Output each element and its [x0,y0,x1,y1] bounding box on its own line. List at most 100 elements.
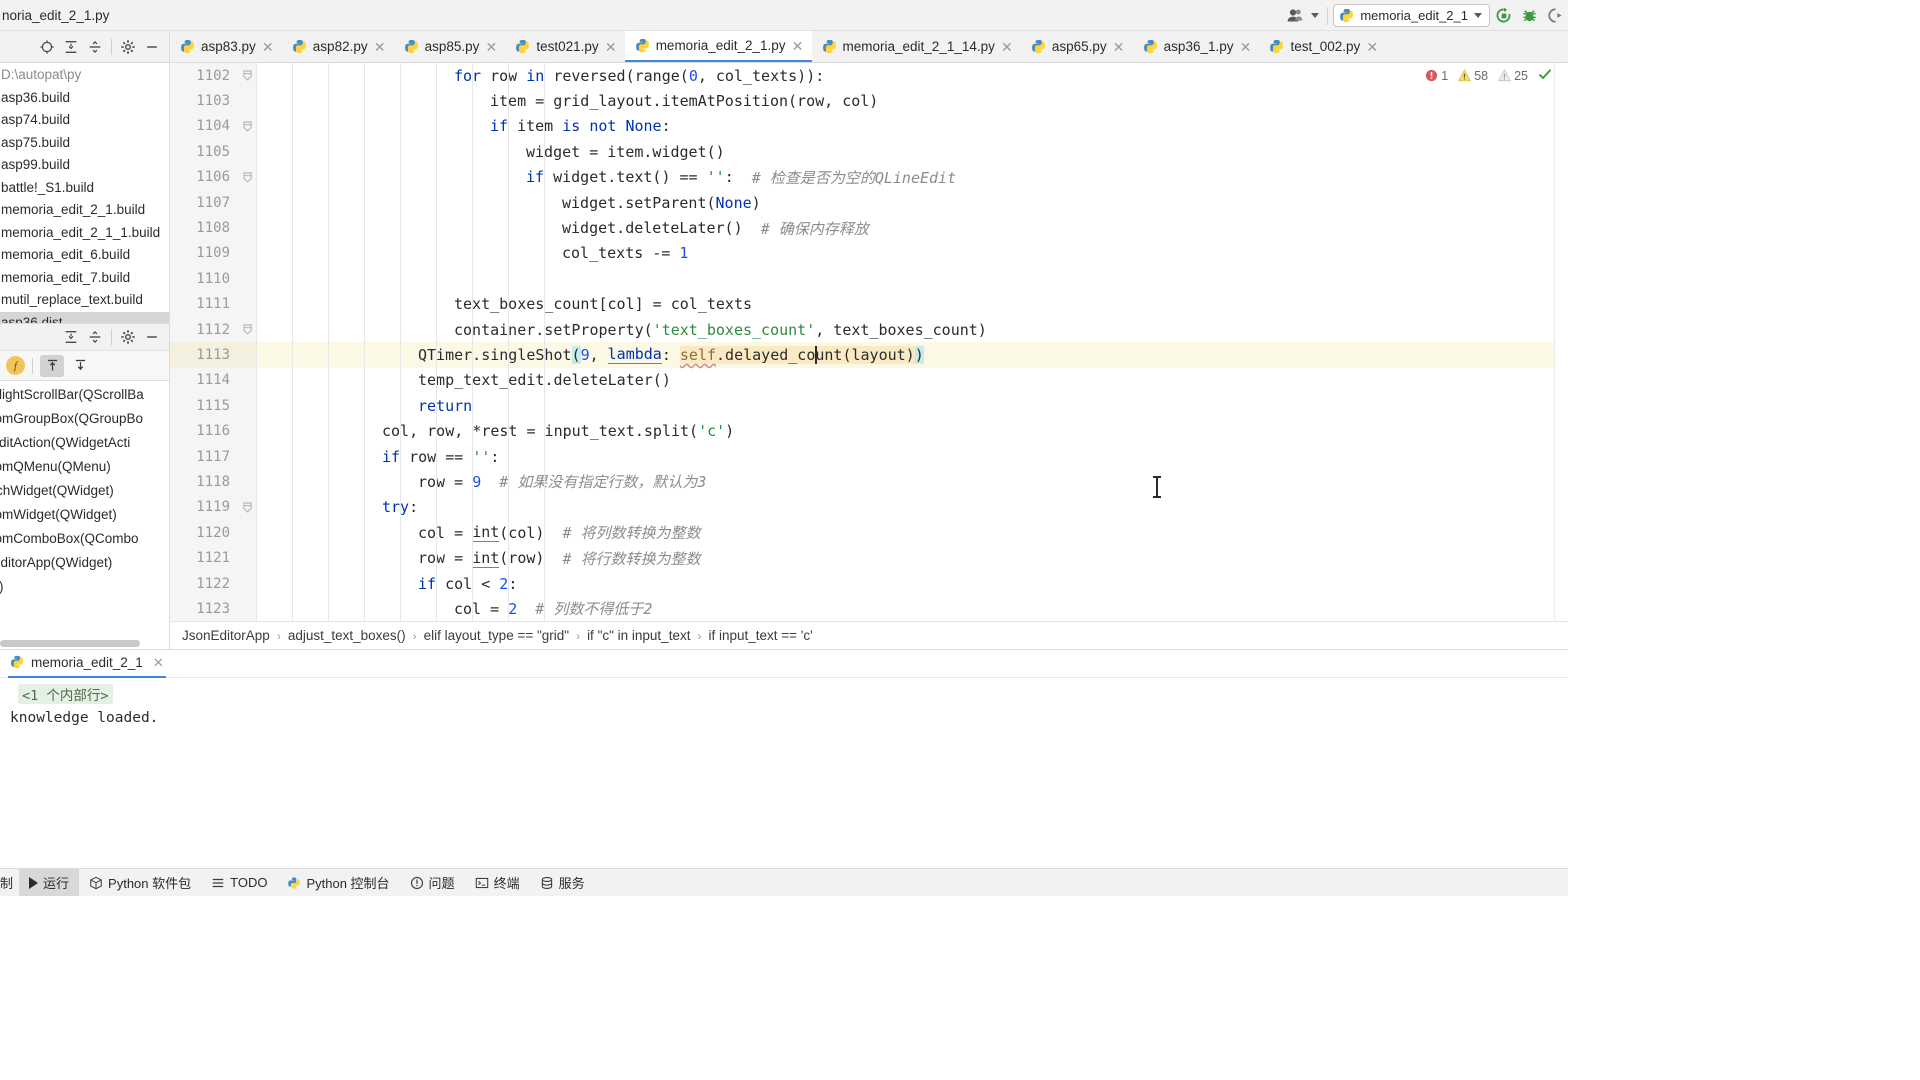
structure-list-item[interactable]: eeditAction(QWidgetActi [0,431,169,455]
project-tree-root[interactable]: D:\autopat\py [0,64,169,87]
project-tree-item[interactable]: memoria_edit_2_1_1.build [0,222,169,245]
debug-bug-icon[interactable] [1516,3,1542,29]
close-icon[interactable]: ✕ [262,40,274,54]
project-tree-item[interactable]: memoria_edit_6.build [0,244,169,267]
project-tree-item[interactable]: asp99.build [0,154,169,177]
rerun-icon[interactable] [1490,3,1516,29]
structure-list-item[interactable]: nEditorApp(QWidget) [0,551,169,575]
project-tree-item[interactable]: asp36.build [0,87,169,110]
close-icon[interactable]: ✕ [374,40,386,54]
structure-list-item[interactable]: stomQMenu(QMenu) [0,455,169,479]
code-line[interactable]: 1121 row = int (row) # 将行数转换为整数 [170,545,1568,571]
python-console-tool-window[interactable]: Python 控制台 [277,869,399,897]
user-accounts-icon[interactable] [1282,3,1308,29]
close-icon[interactable]: ✕ [485,40,498,54]
code-line[interactable]: 1110 [170,266,1568,292]
close-icon[interactable]: ✕ [1001,40,1013,54]
code-line[interactable]: 1102 for row in reversed(range(0, col_tex… [170,63,1568,89]
breadcrumb-item[interactable]: elif layout_type == "grid" [424,628,569,643]
collapsed-lines-badge[interactable]: <1 个内部行> [18,684,113,704]
close-icon[interactable]: ✕ [1366,40,1378,54]
editor-tab[interactable]: test_002.py ✕ [1259,31,1386,62]
run-tab[interactable]: memoria_edit_2_1 ✕ [8,650,166,678]
code-line[interactable]: 1113 QTimer.singleShot(9, lambda: self.de… [170,342,1568,368]
code-line[interactable]: 1109 col_texts -= 1 [170,240,1568,267]
code-line[interactable]: 1116 col, row, *rest = input_text.split('… [170,418,1568,444]
run-tool-window[interactable]: 运行 [19,868,80,896]
editor-tab[interactable]: asp65.py ✕ [1021,31,1133,62]
code-line[interactable]: 1105 widget = item.widget() [170,139,1568,165]
close-icon[interactable]: ✕ [1239,40,1252,54]
code-line[interactable]: 1114 temp_text_edit.deleteLater() [170,367,1568,394]
inspections-ok-icon[interactable] [1538,67,1552,84]
code-line[interactable]: 1108 widget.deleteLater() # 确保内存释放 [170,215,1568,241]
breadcrumb-item[interactable]: JsonEditorApp [182,628,270,643]
run-configuration-selector[interactable]: memoria_edit_2_1 [1333,4,1490,27]
code-line[interactable]: 1122 if col < 2: [170,570,1568,597]
project-tree-item[interactable]: asp36.dist [0,311,169,323]
problems-tool-window[interactable]: 问题 [400,869,465,897]
editor-tab[interactable]: memoria_edit_2_1_14.py ✕ [812,31,1021,62]
todo-tool-window[interactable]: TODO [201,869,277,897]
code-line[interactable]: 1104 if item is not None: [170,113,1568,140]
structure-list-item[interactable]: in() [0,575,169,599]
code-fold-marker-icon[interactable] [238,164,256,190]
structure-horizontal-scrollbar[interactable] [0,640,140,647]
structure-list-item[interactable]: stomGroupBox(QGroupBo [0,407,169,431]
code-fold-marker-icon[interactable] [238,316,256,343]
code-line[interactable]: 1111 text_boxes_count[col] = col_texts [170,291,1568,317]
code-line[interactable]: 1115 return [170,393,1568,419]
run-console-output[interactable]: <1 个内部行> knowledge loaded. [0,678,1568,864]
code-fold-marker-icon[interactable] [238,63,256,89]
collapse-all-icon[interactable] [84,326,106,348]
python-packages-tool-window[interactable]: Python 软件包 [79,869,201,897]
expand-all-icon[interactable] [60,36,82,58]
structure-list-item[interactable]: ghlightScrollBar(QScrollBa [0,383,169,407]
structure-list-item[interactable]: archWidget(QWidget) [0,479,169,503]
editor-tab[interactable]: memoria_edit_2_1.py ✕ [624,31,812,62]
hide-panel-icon[interactable] [141,326,163,348]
code-fold-marker-icon[interactable] [238,113,256,140]
coverage-run-icon[interactable] [1542,3,1568,29]
project-tree-item[interactable]: memoria_edit_7.build [0,267,169,290]
inspection-marker-bar[interactable] [1554,63,1568,621]
code-line[interactable]: 1117 if row == '': [170,443,1568,470]
code-editor[interactable]: 1 58 25 1102 for row in reversed(range(… [170,63,1568,621]
breadcrumb-item[interactable]: adjust_text_boxes() [288,628,406,643]
project-tree-item[interactable]: asp75.build [0,132,169,155]
structure-list-item[interactable]: stomWidget(QWidget) [0,503,169,527]
code-line[interactable]: 1118 row = 9 # 如果没有指定行数，默认为3 [170,469,1568,495]
editor-tab[interactable]: test021.py ✕ [505,31,624,62]
settings-gear-icon[interactable] [117,326,139,348]
close-icon[interactable]: ✕ [153,655,164,671]
expand-all-icon[interactable] [60,326,82,348]
code-line[interactable]: 1112 container.setProperty('text_boxes_co… [170,316,1568,343]
project-tree-item[interactable]: battle!_S1.build [0,177,169,200]
structure-list-item[interactable]: stomComboBox(QCombo [0,527,169,551]
close-icon[interactable]: ✕ [792,39,804,53]
code-line[interactable]: 1120 col = int (col) # 将列数转换为整数 [170,520,1568,546]
editor-tab[interactable]: asp83.py ✕ [170,31,282,62]
code-line[interactable]: 1123 col = 2 # 列数不得低于2 [170,596,1568,621]
hide-panel-icon[interactable] [141,36,163,58]
show-fields-icon[interactable]: f [6,356,25,375]
editor-tab[interactable]: asp85.py ✕ [394,31,506,62]
editor-tab[interactable]: asp82.py ✕ [282,31,394,62]
terminal-tool-window[interactable]: 终端 [465,869,530,897]
inspection-status-widget[interactable]: 1 58 25 [1425,67,1552,84]
project-tree-item[interactable]: memoria_edit_2_1.build [0,199,169,222]
editor-tab[interactable]: asp36_1.py ✕ [1133,31,1260,62]
close-icon[interactable]: ✕ [605,40,617,54]
services-tool-window[interactable]: 服务 [530,869,595,897]
collapse-all-icon[interactable] [84,36,106,58]
project-tree-item[interactable]: asp74.build [0,109,169,132]
settings-gear-icon[interactable] [117,36,139,58]
locate-target-icon[interactable] [36,36,58,58]
sort-descending-icon[interactable] [68,355,92,377]
code-line[interactable]: 1119 try: [170,494,1568,521]
user-accounts-dropdown-icon[interactable] [1308,3,1322,29]
sort-ascending-icon[interactable] [40,354,64,377]
close-icon[interactable]: ✕ [1113,40,1125,54]
code-line[interactable]: 1106 if widget.text() == '': # 检查是否为空的QLi… [170,164,1568,190]
breadcrumb-item[interactable]: if "c" in input_text [587,628,690,643]
